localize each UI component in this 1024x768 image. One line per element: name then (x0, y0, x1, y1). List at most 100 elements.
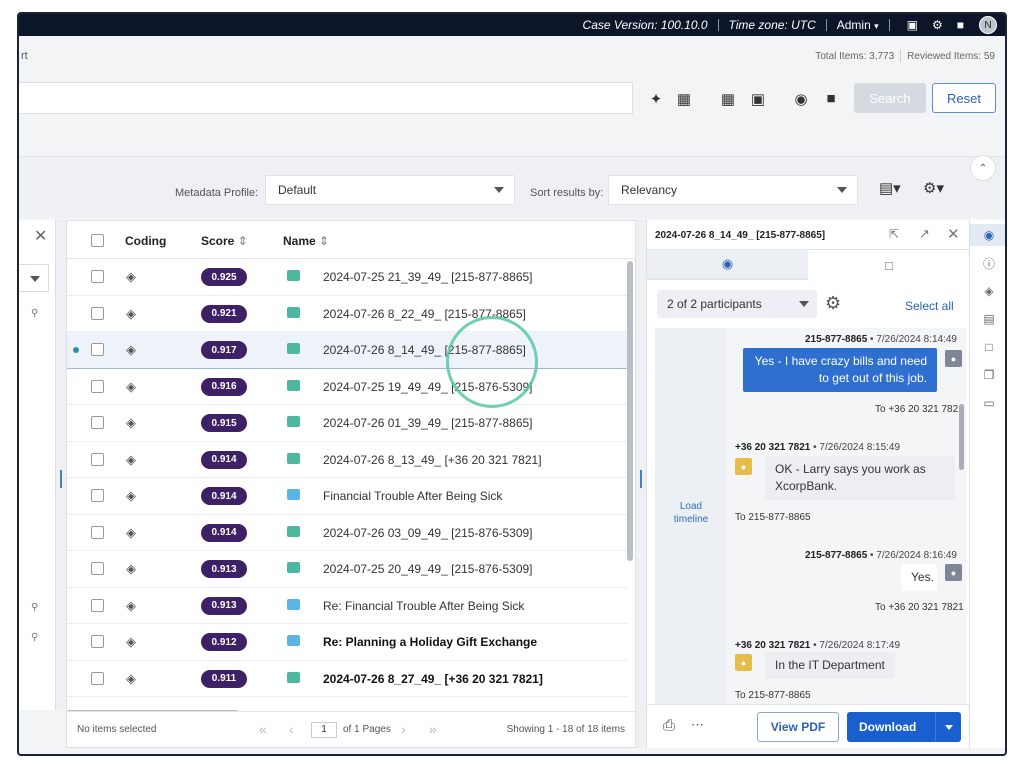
row-name[interactable]: Financial Trouble After Being Sick (323, 489, 502, 503)
tag-icon[interactable]: ◈ (126, 598, 136, 614)
breadcrumb[interactable]: rt (21, 50, 28, 62)
row-name[interactable]: 2024-07-26 03_09_49_ [215-876-5309] (323, 526, 533, 540)
table-row[interactable]: ◈ 0.911 2024-07-26 8_27_49_ [+36 20 321 78… (67, 661, 627, 697)
calculator-icon[interactable]: ▦ (675, 90, 693, 108)
reset-button[interactable]: Reset (932, 83, 996, 113)
row-name[interactable]: Re: Planning a Holiday Gift Exchange (323, 635, 537, 649)
eye-icon[interactable]: ◉ (792, 90, 810, 108)
eye-icon[interactable]: ◉ (970, 224, 1005, 246)
sort-select[interactable]: Relevancy (608, 175, 858, 205)
select-all-link[interactable]: Select all (905, 299, 954, 313)
tag-icon[interactable]: ◈ (126, 415, 136, 431)
more-icon[interactable]: ⋯ (691, 717, 704, 733)
folder-icon[interactable]: ▣ (907, 18, 918, 32)
row-name[interactable]: 2024-07-25 20_49_49_ [215-876-5309] (323, 562, 533, 576)
table-row[interactable]: ◈ 0.914 Financial Trouble After Being Sick (67, 478, 627, 515)
row-name[interactable]: 2024-07-26 8_27_49_ [+36 20 321 7821] (323, 672, 543, 686)
tab-chat[interactable]: □ (808, 250, 970, 280)
settings-menu-icon[interactable]: ⚙▾ (923, 179, 944, 197)
row-checkbox[interactable] (91, 306, 104, 320)
left-splitter[interactable] (56, 220, 66, 710)
participants-select[interactable]: 2 of 2 participants (657, 290, 817, 318)
tag-icon[interactable]: ◈ (126, 634, 136, 650)
record-icon[interactable]: ▣ (749, 90, 767, 108)
chart-menu-icon[interactable]: ▤▾ (879, 179, 901, 197)
view-pdf-button[interactable]: View PDF (757, 712, 839, 742)
page-input[interactable]: 1 (311, 722, 337, 738)
save-icon[interactable]: ■ (822, 90, 840, 107)
row-checkbox[interactable] (91, 635, 104, 648)
tag-icon[interactable]: ◈ (126, 671, 136, 687)
row-name[interactable]: 2024-07-26 8_14_49_ [215-877-8865] (323, 343, 526, 357)
table-row[interactable]: ◈ 0.914 2024-07-26 8_13_49_ [+36 20 321 78… (67, 442, 627, 478)
search-icon[interactable]: ⚲ (31, 632, 38, 643)
caret-down-icon[interactable] (935, 712, 961, 742)
search-icon[interactable]: ⚲ (31, 308, 38, 319)
copy-icon[interactable]: ❐ (978, 364, 1000, 386)
table-row[interactable]: ◈ 0.921 2024-07-26 8_22_49_ [215-877-8865] (67, 296, 627, 332)
table-row[interactable]: ◈ 0.925 2024-07-25 21_39_49_ [215-877-8865… (67, 259, 627, 296)
tag-icon[interactable]: ◈ (126, 269, 136, 285)
row-checkbox[interactable] (91, 671, 104, 685)
tag-icon[interactable]: ◈ (126, 452, 136, 468)
metadata-profile-select[interactable]: Default (265, 175, 515, 205)
row-checkbox[interactable] (91, 343, 104, 356)
splitter-grip[interactable] (60, 470, 62, 488)
row-checkbox[interactable] (91, 489, 104, 502)
folder-icon[interactable]: ▭ (978, 392, 1000, 414)
tag-icon[interactable]: ◈ (126, 525, 136, 541)
column-score[interactable]: Score ⇕ (201, 234, 248, 248)
viewer-scrollbar[interactable] (959, 404, 964, 470)
row-checkbox[interactable] (91, 416, 104, 429)
close-icon[interactable]: ✕ (947, 225, 960, 243)
select-all-checkbox[interactable] (91, 234, 104, 247)
tag-icon[interactable]: ◈ (126, 306, 136, 322)
comment-icon[interactable]: □ (978, 336, 1000, 358)
search-input[interactable] (19, 82, 633, 114)
ai-search-icon[interactable]: ✦ (647, 90, 665, 108)
search-button[interactable]: Search (854, 83, 926, 113)
table-row[interactable]: ◈ 0.913 Re: Financial Trouble After Being … (67, 588, 627, 624)
search-icon[interactable]: ⚲ (31, 602, 38, 613)
tag-icon[interactable]: ◈ (126, 342, 136, 358)
close-icon[interactable]: ✕ (34, 226, 47, 246)
expand-icon[interactable]: ⇱ (889, 227, 899, 241)
splitter-grip[interactable] (640, 470, 642, 488)
grid-scrollbar[interactable] (627, 261, 633, 561)
next-page-icon[interactable]: › (401, 721, 406, 737)
help-icon[interactable]: ■ (957, 18, 964, 32)
row-checkbox[interactable] (91, 379, 104, 393)
left-dropdown[interactable] (19, 264, 49, 292)
admin-menu[interactable]: Admin ▾ (837, 18, 879, 32)
download-button[interactable]: Download (847, 712, 961, 742)
table-row[interactable]: ◈ 0.912 Re: Planning a Holiday Gift Exchan… (67, 624, 627, 661)
row-name[interactable]: 2024-07-26 01_39_49_ [215-877-8865] (323, 416, 533, 430)
avatar[interactable]: N (979, 16, 997, 34)
calendar-icon[interactable]: ▦ (719, 90, 737, 108)
row-name[interactable]: 2024-07-26 8_22_49_ [215-877-8865] (323, 307, 526, 321)
collapse-up-button[interactable]: ⌃ (970, 155, 996, 181)
tab-view[interactable]: ◉ (647, 250, 808, 280)
table-row[interactable]: ◈ 0.915 2024-07-26 01_39_49_ [215-877-8865… (67, 405, 627, 442)
row-name[interactable]: 2024-07-26 8_13_49_ [+36 20 321 7821] (323, 453, 542, 467)
column-coding[interactable]: Coding (125, 234, 166, 248)
row-checkbox[interactable] (91, 452, 104, 466)
tag-icon[interactable]: ◈ (126, 379, 136, 395)
tag-icon[interactable]: ◈ (978, 280, 1000, 302)
info-icon[interactable]: ⓘ (978, 252, 1000, 274)
table-row[interactable]: ◈ 0.913 2024-07-25 20_49_49_ [215-876-5309… (67, 551, 627, 588)
row-name[interactable]: Re: Financial Trouble After Being Sick (323, 599, 524, 613)
gear-icon[interactable]: ⚙ (932, 18, 943, 32)
last-page-icon[interactable]: » (429, 721, 437, 737)
row-checkbox[interactable] (91, 598, 104, 612)
tag-icon[interactable]: ◈ (126, 561, 136, 577)
row-checkbox[interactable] (91, 525, 104, 539)
help-icon[interactable]: ▤ (978, 308, 1000, 330)
gear-icon[interactable]: ⚙ (825, 293, 841, 314)
right-splitter[interactable] (636, 220, 646, 748)
row-name[interactable]: 2024-07-25 21_39_49_ [215-877-8865] (323, 270, 533, 284)
table-row[interactable]: ◈ 0.914 2024-07-26 03_09_49_ [215-876-5309… (67, 515, 627, 551)
row-checkbox[interactable] (91, 270, 104, 283)
row-checkbox[interactable] (91, 562, 104, 575)
table-row[interactable]: ◈ 0.916 2024-07-25 19_49_49_ [215-876-5309… (67, 369, 627, 405)
